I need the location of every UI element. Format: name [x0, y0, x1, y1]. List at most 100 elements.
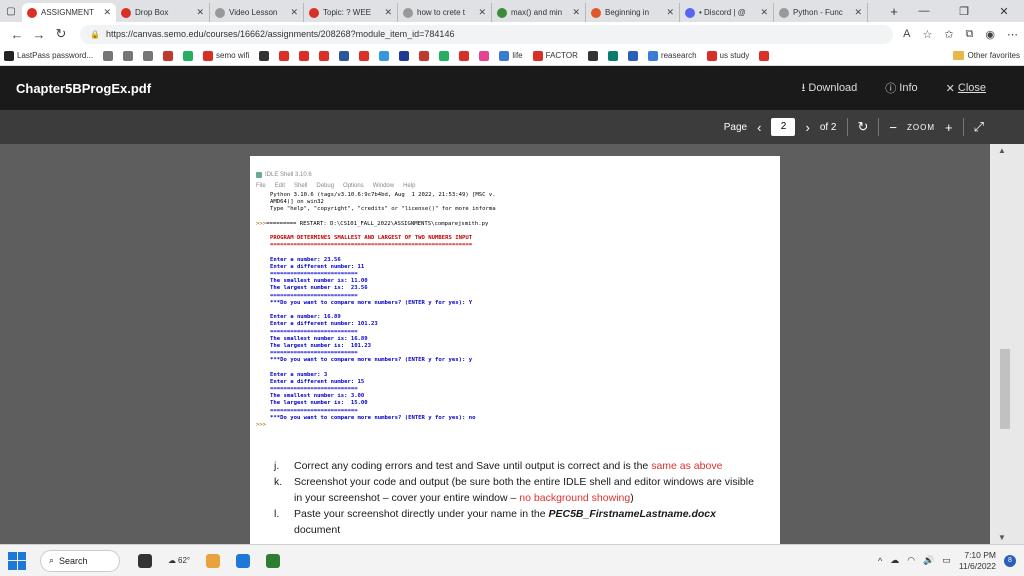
close-tab-icon[interactable]: ✕ [478, 7, 486, 18]
restore-icon[interactable]: ❐ [944, 5, 984, 18]
bookmark-favicon-icon [183, 50, 194, 61]
more-menu-icon[interactable]: ⋯ [1007, 28, 1018, 41]
bookmark-item[interactable] [103, 50, 116, 61]
bookmark-item[interactable]: life [499, 50, 523, 61]
close-tab-icon[interactable]: ✕ [384, 7, 392, 18]
bookmark-item[interactable] [759, 50, 772, 61]
bookmark-item[interactable]: semo wifi [203, 50, 249, 61]
shell-text: Enter a number: 3 [270, 371, 328, 378]
favorites-icon[interactable]: ✩ [944, 28, 953, 41]
previous-page-icon[interactable]: ‹ [757, 120, 761, 135]
bookmark-favicon-icon [399, 50, 410, 61]
bookmark-item[interactable] [339, 50, 352, 61]
task-view-icon[interactable] [138, 553, 152, 568]
browser-tab[interactable]: how to crete t ✕ [398, 3, 492, 22]
onedrive-icon[interactable]: ☁ [890, 555, 899, 566]
volume-icon[interactable]: 🔊 [923, 555, 934, 566]
close-tab-icon[interactable]: ✕ [572, 7, 580, 18]
battery-icon[interactable]: ▭ [942, 555, 951, 566]
tab-actions-menu-icon[interactable]: ▢ [0, 0, 22, 22]
bookmark-favicon-icon [123, 50, 134, 61]
bookmark-item[interactable] [259, 50, 272, 61]
taskbar-search[interactable]: ⌕ Search [40, 549, 120, 572]
next-page-icon[interactable]: › [805, 120, 809, 135]
weather-widget[interactable]: ☁ 62° [168, 556, 190, 565]
bookmark-item[interactable] [419, 50, 432, 61]
document-area[interactable]: IDLE Shell 3.10.6 File Edit Shell Debug Opti… [0, 144, 990, 544]
close-tab-icon[interactable]: ✕ [103, 7, 111, 18]
refresh-icon[interactable]: ↻ [50, 26, 72, 42]
bookmark-item[interactable] [399, 50, 412, 61]
minimize-icon[interactable]: — [904, 5, 944, 18]
close-tab-icon[interactable]: ✕ [290, 7, 298, 18]
rotate-icon[interactable]: ↻ [858, 119, 869, 135]
bookmark-item[interactable] [627, 50, 641, 61]
forward-icon[interactable]: → [28, 27, 50, 42]
close-tab-icon[interactable]: ✕ [666, 7, 674, 18]
zoom-in-icon[interactable]: + [945, 120, 953, 135]
page-number-input[interactable]: 2 [771, 118, 796, 136]
scrollbar-thumb[interactable] [1000, 349, 1010, 429]
bookmark-item[interactable] [123, 50, 136, 61]
scroll-up-icon[interactable]: ▲ [998, 146, 1006, 155]
vertical-scrollbar[interactable]: ▲ ▼ [990, 144, 1024, 544]
fullscreen-icon[interactable]: ⤢ [974, 119, 984, 135]
bookmark-item[interactable] [299, 50, 312, 61]
close-tab-icon[interactable]: ✕ [854, 7, 862, 18]
browser-tab[interactable]: ASSIGNMENT ✕ [22, 3, 116, 22]
bookmark-item[interactable] [183, 50, 196, 61]
zoom-out-icon[interactable]: − [889, 120, 897, 135]
shell-line: >>>========= RESTART: D:\CS101_FALL_2022… [256, 221, 776, 228]
notification-badge[interactable]: 8 [1004, 554, 1016, 567]
collections-icon[interactable]: ⧉ [966, 28, 974, 41]
idle-window-title: IDLE Shell 3.10.6 [256, 172, 312, 178]
bookmark-item[interactable] [587, 50, 601, 61]
bookmark-item[interactable] [439, 50, 452, 61]
back-icon[interactable]: ← [6, 27, 28, 42]
browser-tab[interactable]: Video Lesson ✕ [210, 3, 304, 22]
bookmark-item[interactable] [607, 50, 621, 61]
bookmark-item[interactable] [143, 50, 156, 61]
edge-browser-icon[interactable] [236, 553, 251, 568]
close-button[interactable]: ✕ Close [946, 82, 986, 95]
info-button[interactable]: ⓘ Info [885, 80, 917, 96]
file-explorer-icon[interactable] [206, 553, 221, 568]
browser-tab[interactable]: max() and min ✕ [492, 3, 586, 22]
read-aloud-icon[interactable]: A [903, 28, 910, 41]
bookmark-item[interactable]: us study [706, 50, 749, 61]
chevron-up-icon[interactable]: ^ [878, 556, 882, 566]
bookmark-item[interactable] [459, 50, 472, 61]
shell-text: Type "help", "copyright", "credits" or "… [270, 206, 496, 213]
new-tab-button[interactable]: + [884, 4, 904, 19]
bookmark-item[interactable] [163, 50, 176, 61]
pinned-app-icon[interactable] [266, 553, 281, 568]
close-tab-icon[interactable]: ✕ [760, 7, 768, 18]
other-favorites-folder[interactable]: Other favorites [952, 51, 1020, 60]
close-window-icon[interactable]: ✕ [984, 5, 1024, 18]
bookmark-item[interactable]: FACTOR [532, 50, 578, 61]
bookmark-item[interactable]: LastPass password... [4, 50, 93, 61]
bookmark-item[interactable] [479, 50, 492, 61]
bookmark-item[interactable] [319, 50, 332, 61]
profile-icon[interactable]: ◉ [985, 28, 995, 41]
bookmark-item[interactable] [359, 50, 372, 61]
bookmark-item[interactable]: reasearch [647, 50, 697, 61]
favorite-star-icon[interactable]: ☆ [922, 28, 932, 41]
bookmark-item[interactable] [279, 50, 292, 61]
start-icon[interactable] [8, 551, 26, 570]
close-tab-icon[interactable]: ✕ [196, 7, 204, 18]
browser-tab[interactable]: Topic: ? WEE ✕ [304, 3, 398, 22]
url-field[interactable]: 🔒 https://canvas.semo.edu/courses/16662/… [80, 24, 894, 44]
bookmark-item[interactable] [379, 50, 392, 61]
browser-tab[interactable]: • Discord | @ ✕ [680, 3, 774, 22]
wifi-icon[interactable]: ◠ [907, 555, 915, 566]
clock[interactable]: 7:10 PM 11/6/2022 [959, 550, 996, 572]
download-button[interactable]: ⭳ Download [802, 79, 858, 98]
weather-temp: 62° [178, 556, 191, 565]
browser-tab[interactable]: Drop Box ✕ [116, 3, 210, 22]
instruction-j-text: Correct any coding errors and test and S… [294, 460, 649, 472]
browser-tab[interactable]: Python - Func ✕ [774, 3, 868, 22]
browser-tab[interactable]: Beginning in ✕ [586, 3, 680, 22]
scroll-down-icon[interactable]: ▼ [998, 533, 1006, 542]
